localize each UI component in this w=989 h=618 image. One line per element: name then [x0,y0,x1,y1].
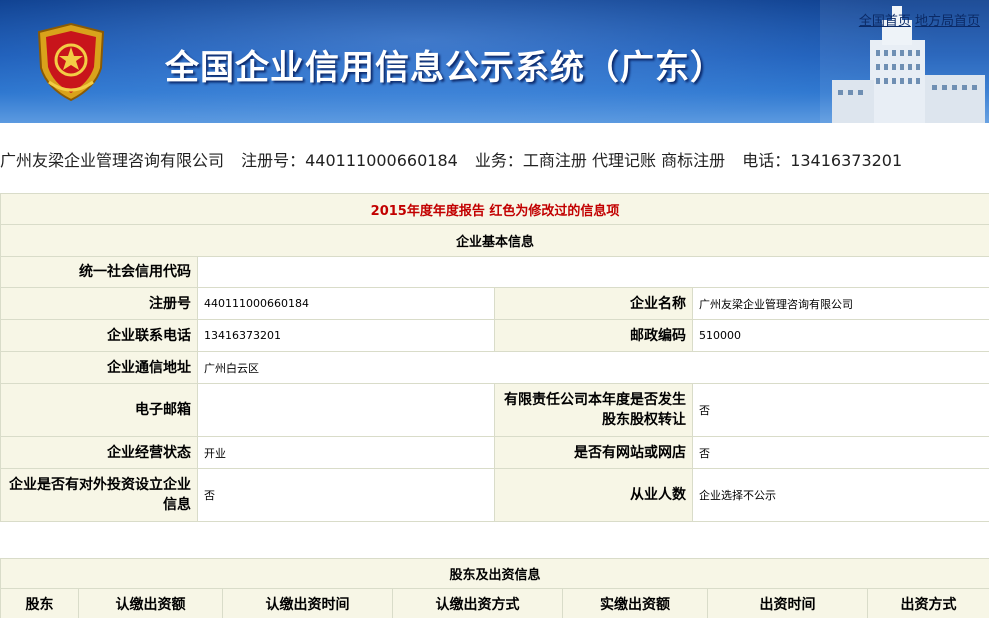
col-subscribed-method: 认缴出资方式 [392,588,563,618]
company-info-bar: 广州友梁企业管理咨询有限公司 注册号：440111000660184 业务：工商… [0,147,989,171]
top-links: 全国首页 地方局首页 [859,10,980,29]
status-value: 开业 [197,436,495,469]
address-label: 企业通信地址 [0,351,198,384]
employees-label: 从业人数 [494,468,693,522]
col-shareholder: 股东 [0,588,79,618]
col-subscribed-amount: 认缴出资额 [78,588,223,618]
credit-code-value [196,256,989,288]
employees-value: 企业选择不公示 [691,468,989,522]
shareholder-table: 股东及出资信息 股东 认缴出资额 认缴出资时间 认缴出资方式 实缴出资额 出资时… [0,558,989,618]
col-paid-time: 出资时间 [707,588,868,618]
postcode-value: 510000 [691,319,989,352]
phone-value: 13416373201 [197,319,495,352]
investment-value: 否 [197,468,495,522]
investment-label: 企业是否有对外投资设立企业信息 [0,468,198,522]
phone-label: 企业联系电话 [0,319,198,352]
report-title: 2015年度年度报告 红色为修改过的信息项 [0,193,989,225]
status-label: 企业经营状态 [0,436,198,469]
company-name: 广州友梁企业管理咨询有限公司 [0,151,225,170]
email-value [197,383,495,437]
address-value: 广州白云区 [196,351,989,384]
col-paid-amount: 实缴出资额 [562,588,708,618]
website-value: 否 [691,436,989,469]
col-paid-method: 出资方式 [866,588,989,618]
section-basic-info: 企业基本信息 [0,224,989,257]
national-home-link[interactable]: 全国首页 [859,14,911,29]
company-phone: 电话：13416373201 [742,151,903,170]
website-label: 是否有网站或网店 [494,436,693,469]
section-shareholders: 股东及出资信息 [0,558,989,589]
site-title: 全国企业信用信息公示系统（广东） [165,48,725,88]
postcode-label: 邮政编码 [494,319,693,352]
site-header: 全国企业信用信息公示系统（广东） 全国首页 地方局首页 [0,0,989,123]
email-label: 电子邮箱 [0,383,198,437]
company-reg-no: 注册号：440111000660184 [241,151,458,170]
equity-transfer-value: 否 [691,383,989,437]
company-name-label: 企业名称 [494,287,693,320]
company-business: 业务：工商注册 代理记账 商标注册 [474,151,726,170]
reg-no-label: 注册号 [0,287,198,320]
equity-transfer-label: 有限责任公司本年度是否发生股东股权转让 [494,383,693,437]
national-emblem-icon [37,22,105,102]
company-name-value: 广州友梁企业管理咨询有限公司 [691,287,989,320]
credit-code-label: 统一社会信用代码 [0,256,198,288]
local-home-link[interactable]: 地方局首页 [915,14,980,29]
reg-no-value: 440111000660184 [197,287,495,320]
col-subscribed-time: 认缴出资时间 [222,588,393,618]
annual-report-table: 2015年度年度报告 红色为修改过的信息项 企业基本信息 统一社会信用代码 注册… [0,193,989,522]
